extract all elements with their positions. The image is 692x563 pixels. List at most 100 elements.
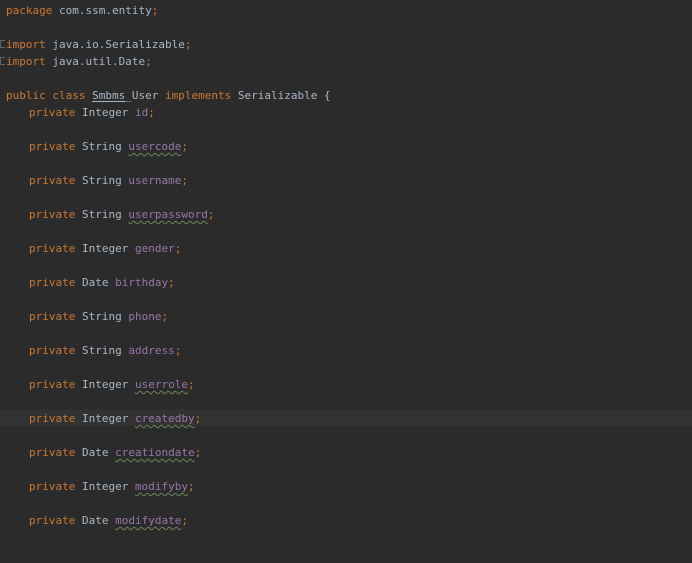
code-line-field-id[interactable]: private Integer id;: [0, 104, 692, 121]
field-declaration: private String username;: [29, 172, 188, 189]
code-line-field-usercode[interactable]: private String usercode;: [0, 138, 692, 155]
code-line-field-birthday[interactable]: private Date birthday;: [0, 274, 692, 291]
private-keyword: private: [29, 242, 76, 255]
code-line-field-modifyby[interactable]: private Integer modifyby;: [0, 478, 692, 495]
fold-marker-icon[interactable]: [0, 40, 5, 48]
field-type: Integer: [81, 378, 129, 391]
field-name: username: [128, 174, 182, 187]
field-semicolon: ;: [187, 480, 195, 493]
field-name: birthday: [115, 276, 169, 289]
field-name: userrole: [134, 378, 188, 391]
field-name: gender: [134, 242, 175, 255]
field-name: id: [134, 106, 149, 119]
class-keyword: class: [52, 89, 86, 102]
field-semicolon: ;: [181, 140, 188, 153]
field-declaration: private Integer id;: [29, 104, 155, 121]
code-line-import-1[interactable]: import java.io.Serializable;: [0, 36, 692, 53]
private-keyword: private: [29, 412, 76, 425]
field-declaration: private String phone;: [29, 308, 168, 325]
field-declaration: private String userpassword;: [29, 206, 214, 223]
field-type: Integer: [81, 106, 129, 119]
field-declaration: private Integer modifyby;: [29, 478, 195, 495]
import-keyword: import: [6, 38, 46, 51]
private-keyword: private: [29, 514, 76, 527]
package-statement: package com.ssm.entity;: [6, 2, 158, 19]
field-type: String: [81, 140, 122, 153]
field-declaration: private Date creationdate;: [29, 444, 201, 461]
field-declaration: private Date modifydate;: [29, 512, 188, 529]
private-keyword: private: [29, 174, 76, 187]
code-line-field-userpassword[interactable]: private String userpassword;: [0, 206, 692, 223]
code-line-field-gender[interactable]: private Integer gender;: [0, 240, 692, 257]
public-keyword: public: [6, 89, 46, 102]
code-line-field-userrole[interactable]: private Integer userrole;: [0, 376, 692, 393]
code-line-import-2[interactable]: import java.util.Date;: [0, 53, 692, 70]
private-keyword: private: [29, 140, 76, 153]
field-name: userpassword: [128, 208, 208, 221]
field-semicolon: ;: [174, 242, 182, 255]
import-statement: import java.io.Serializable;: [6, 36, 191, 53]
field-name: modifydate: [115, 514, 182, 527]
private-keyword: private: [29, 106, 76, 119]
field-type: String: [81, 174, 122, 187]
field-type: Date: [81, 276, 109, 289]
field-declaration: private Integer userrole;: [29, 376, 195, 393]
field-semicolon: ;: [161, 310, 169, 323]
package-semicolon: ;: [151, 4, 159, 17]
fold-marker-icon[interactable]: [0, 57, 5, 65]
code-line-field-creationdate[interactable]: private Date creationdate;: [0, 444, 692, 461]
field-name: usercode: [128, 140, 182, 153]
code-editor[interactable]: package com.ssm.entity; import java.io.S…: [0, 0, 692, 536]
field-declaration: private Integer createdby;: [29, 410, 201, 427]
field-declaration: private String usercode;: [29, 138, 188, 155]
private-keyword: private: [29, 378, 76, 391]
field-name: modifyby: [134, 480, 188, 493]
field-type: Date: [81, 514, 109, 527]
import-semicolon: ;: [145, 55, 152, 68]
interface-name: Serializable: [237, 89, 318, 102]
field-semicolon: ;: [148, 106, 155, 119]
import-name: java.io.Serializable: [52, 38, 185, 51]
class-declaration: public class Smbms_User implements Seria…: [6, 87, 331, 104]
code-line-field-username[interactable]: private String username;: [0, 172, 692, 189]
code-line-class-declaration[interactable]: public class Smbms_User implements Seria…: [0, 87, 692, 104]
code-line-package[interactable]: package com.ssm.entity;: [0, 2, 692, 19]
code-line-field-createdby[interactable]: private Integer createdby;: [0, 409, 692, 426]
field-declaration: private Date birthday;: [29, 274, 175, 291]
field-semicolon: ;: [181, 514, 188, 527]
import-semicolon: ;: [184, 38, 192, 51]
field-type: String: [81, 208, 122, 221]
field-type: Date: [81, 446, 109, 459]
class-name-rest: _User: [125, 89, 159, 102]
private-keyword: private: [29, 446, 76, 459]
field-name: createdby: [134, 412, 195, 425]
field-semicolon: ;: [181, 174, 188, 187]
field-declaration: private String address;: [29, 342, 181, 359]
field-name: creationdate: [115, 446, 195, 459]
field-type: Integer: [81, 412, 129, 425]
code-line-field-modifydate[interactable]: private Date modifydate;: [0, 512, 692, 529]
private-keyword: private: [29, 480, 76, 493]
field-semicolon: ;: [194, 446, 202, 459]
class-name-typo: Smbms: [92, 89, 126, 102]
field-declaration: private Integer gender;: [29, 240, 181, 257]
implements-keyword: implements: [165, 89, 232, 102]
field-type: String: [81, 310, 122, 323]
private-keyword: private: [29, 310, 76, 323]
import-statement: import java.util.Date;: [6, 53, 152, 70]
code-line-field-phone[interactable]: private String phone;: [0, 308, 692, 325]
field-type: String: [81, 344, 122, 357]
field-semicolon: ;: [207, 208, 215, 221]
private-keyword: private: [29, 344, 76, 357]
private-keyword: private: [29, 276, 76, 289]
import-name: java.util.Date: [52, 55, 146, 68]
import-keyword: import: [6, 55, 46, 68]
field-semicolon: ;: [168, 276, 175, 289]
field-type: Integer: [81, 480, 129, 493]
field-name: phone: [128, 310, 162, 323]
field-semicolon: ;: [187, 378, 195, 391]
code-line-field-address[interactable]: private String address;: [0, 342, 692, 359]
field-type: Integer: [81, 242, 129, 255]
field-semicolon: ;: [194, 412, 202, 425]
open-brace: {: [323, 89, 331, 102]
